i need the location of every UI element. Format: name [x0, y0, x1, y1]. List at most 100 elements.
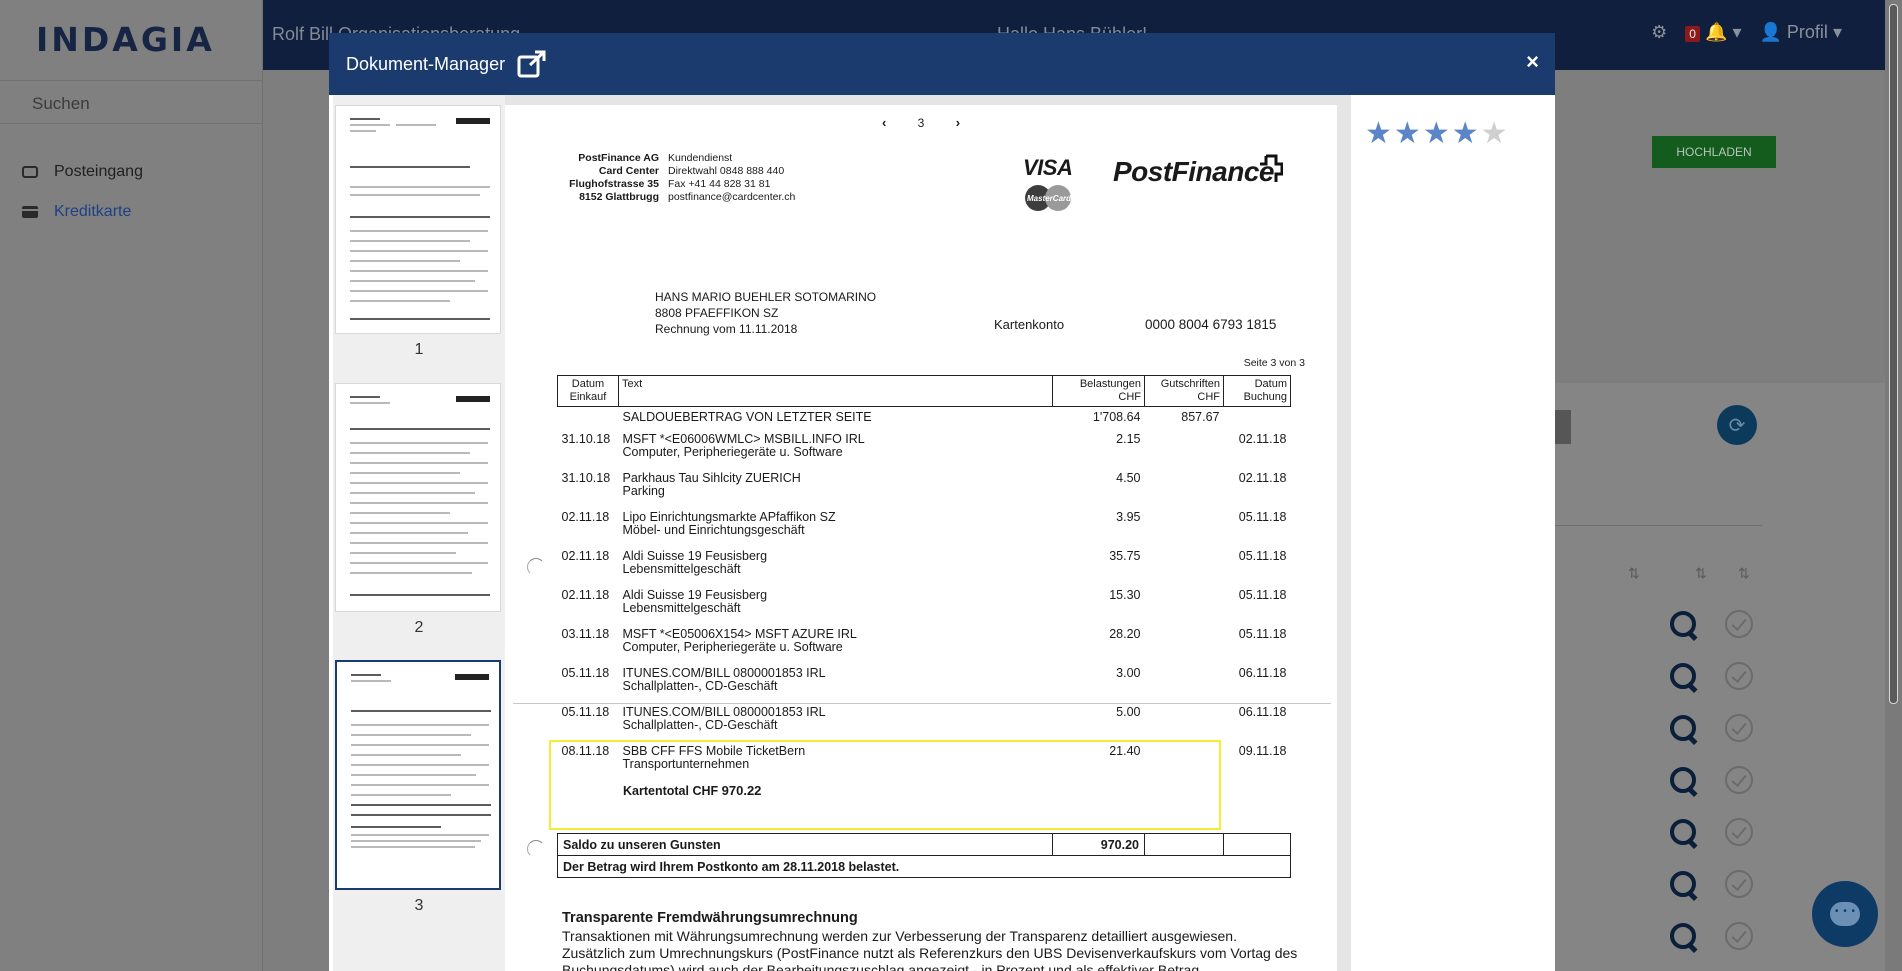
star-icon[interactable]: ★: [1365, 119, 1392, 149]
page-thumbnail-active[interactable]: [335, 660, 501, 890]
fx-section-title: Transparente Fremdwährungsumrechnung: [562, 910, 858, 926]
next-page-button[interactable]: ›: [956, 115, 960, 130]
card-account-label: Kartenkonto: [994, 317, 1065, 332]
check-circle-icon[interactable]: [1725, 610, 1753, 638]
visa-logo: VISA: [1023, 155, 1073, 180]
sidebar-item-posteingang[interactable]: Posteingang: [0, 152, 263, 192]
app-sidebar: INDAGIA Suchen Posteingang Kreditkarte: [0, 0, 263, 971]
profile-menu[interactable]: 👤 Profil ▾: [1759, 22, 1842, 43]
sidebar-search-input[interactable]: Suchen: [0, 80, 263, 124]
debit-note: Der Betrag wird Ihrem Postkonto am 28.11…: [557, 855, 1291, 878]
page-thumbnails: 1 2 3: [333, 95, 505, 971]
magnifier-icon[interactable]: [1668, 661, 1698, 691]
list-row-actions: [1668, 865, 1778, 905]
balance-label: Saldo zu unseren Gunsten: [557, 833, 1053, 856]
modal-header: Dokument-Manager ×: [329, 33, 1555, 95]
document-page: ‹ 3 › PostFinance AG Card Center Flughof…: [505, 105, 1337, 971]
magnifier-icon[interactable]: [1668, 609, 1698, 639]
check-circle-icon[interactable]: [1725, 818, 1753, 846]
navbar-right: ⚙ 0 🔔 ▾ 👤 Profil ▾: [1651, 22, 1842, 43]
table-row: 02.11.18 Aldi Suisse 19 Feusisberg Lebens…: [561, 548, 1287, 576]
sort-icon[interactable]: ⇅: [1695, 565, 1707, 582]
refresh-button[interactable]: ⟳: [1717, 405, 1757, 445]
user-icon: 👤: [1759, 22, 1782, 42]
refresh-icon: ⟳: [1728, 414, 1746, 437]
sidebar-item-kreditkarte[interactable]: Kreditkarte: [0, 192, 263, 232]
postfinance-logo-mini: [455, 674, 489, 680]
external-link-icon[interactable]: [517, 50, 547, 78]
table-row: 05.11.18 ITUNES.COM/BILL 0800001853 IRL S…: [561, 665, 1287, 693]
check-circle-icon[interactable]: [1725, 714, 1753, 742]
chat-button[interactable]: [1812, 881, 1878, 947]
modal-body: 1 2 3 ‹ 3 › PostFinance AG Card Center F…: [329, 95, 1555, 971]
mastercard-logo: MasterCard: [1025, 185, 1071, 211]
star-icon[interactable]: ★: [1394, 119, 1421, 149]
table-row: 31.10.18 Parkhaus Tau Sihlcity ZUERICH Pa…: [561, 470, 1287, 498]
fx-section-text: Transaktionen mit Währungsumrechnung wer…: [562, 928, 1298, 971]
star-icon[interactable]: ★: [1452, 119, 1479, 149]
magnifier-icon[interactable]: [1668, 921, 1698, 951]
page-info: Seite 3 von 3: [1243, 357, 1305, 369]
page-thumbnail[interactable]: [335, 383, 501, 612]
modal-title: Dokument-Manager: [346, 53, 506, 74]
app-logo[interactable]: INDAGIA: [36, 20, 215, 59]
notifications-button[interactable]: 0 🔔 ▾: [1685, 22, 1741, 43]
chat-icon: [1830, 902, 1860, 926]
sort-icon[interactable]: ⇅: [1738, 565, 1750, 582]
check-circle-icon[interactable]: [1725, 870, 1753, 898]
magnifier-icon[interactable]: [1668, 869, 1698, 899]
thumbnail-label: 3: [414, 897, 424, 914]
star-icon[interactable]: ★: [1423, 119, 1450, 149]
balance-table: Saldo zu unseren Gunsten 970.20 Der Betr…: [557, 833, 1291, 878]
transactions-table: Datum Einkauf Text Belastungen CHF Gutschr…: [557, 375, 1291, 784]
check-circle-icon[interactable]: [1725, 766, 1753, 794]
inbox-icon: [22, 166, 38, 178]
postfinance-logo: PostFinance: [1113, 156, 1274, 187]
settings-icon[interactable]: ⚙: [1651, 22, 1667, 43]
table-row: 05.11.18 ITUNES.COM/BILL 0800001853 IRL S…: [561, 704, 1287, 732]
list-row-actions: [1668, 657, 1778, 697]
postfinance-cross-icon: [1260, 154, 1283, 182]
page-thumbnail[interactable]: [335, 105, 501, 334]
check-circle-icon[interactable]: [1725, 922, 1753, 950]
page-scrollbar[interactable]: [1885, 0, 1902, 971]
list-row-actions: [1668, 917, 1778, 957]
loading-spinner-icon: [527, 558, 545, 576]
balance-value: 970.20: [1052, 833, 1145, 856]
contact-info: Kundendienst Direktwahl 0848 888 440 Fax…: [668, 152, 796, 203]
page-navigation: ‹ 3 ›: [505, 115, 1337, 130]
card-total: Kartentotal CHF 970.22: [623, 783, 762, 798]
carryover-row: SALDOUEBERTRAG VON LETZTER SEITE 1'708.6…: [622, 410, 1220, 424]
current-page: 3: [917, 116, 925, 130]
table-row: 31.10.18 MSFT *<E06006WMLC> MSBILL.INFO …: [561, 431, 1287, 459]
postfinance-logo-mini: [456, 396, 490, 402]
upload-button[interactable]: HOCHLADEN: [1652, 136, 1776, 168]
star-empty-icon[interactable]: ★: [1481, 119, 1508, 149]
thumbnail-label: 2: [414, 619, 424, 636]
list-row-actions: [1668, 605, 1778, 645]
document-manager-modal: Dokument-Manager × 1 2 3 ‹ 3 › PostFinan…: [329, 33, 1555, 971]
chevron-down-icon: ▾: [1732, 22, 1742, 42]
star-rating[interactable]: ★ ★ ★ ★ ★: [1365, 119, 1508, 149]
magnifier-icon[interactable]: [1668, 713, 1698, 743]
check-circle-icon[interactable]: [1725, 662, 1753, 690]
bell-icon: 🔔: [1705, 22, 1728, 42]
credit-card-icon: [22, 206, 38, 218]
table-row: 02.11.18 Aldi Suisse 19 Feusisberg Lebens…: [561, 587, 1287, 615]
list-row-actions: [1668, 761, 1778, 801]
recipient-address: HANS MARIO BUEHLER SOTOMARINO 8808 PFAEF…: [655, 290, 877, 336]
sort-icon[interactable]: ⇅: [1628, 565, 1640, 582]
close-button[interactable]: ×: [1526, 49, 1539, 75]
previous-page-button[interactable]: ‹: [882, 115, 886, 130]
sender-address: PostFinance AG Card Center Flughofstrass…: [569, 152, 659, 203]
panel-chip: [1555, 410, 1571, 444]
sidebar-item-label: Kreditkarte: [54, 203, 132, 220]
sidebar-item-label: Posteingang: [54, 163, 143, 180]
table-row: 03.11.18 MSFT *<E05006X154> MSFT AZURE I…: [561, 626, 1287, 654]
magnifier-icon[interactable]: [1668, 765, 1698, 795]
sidebar-nav: Posteingang Kreditkarte: [0, 152, 263, 232]
table-row: 02.11.18 Lipo Einrichtungsmarkte APfaffi…: [561, 509, 1287, 537]
table-header: Datum Einkauf Text Belastungen CHF Gutschr…: [557, 375, 1291, 407]
scrollbar-thumb[interactable]: [1889, 4, 1898, 704]
magnifier-icon[interactable]: [1668, 817, 1698, 847]
